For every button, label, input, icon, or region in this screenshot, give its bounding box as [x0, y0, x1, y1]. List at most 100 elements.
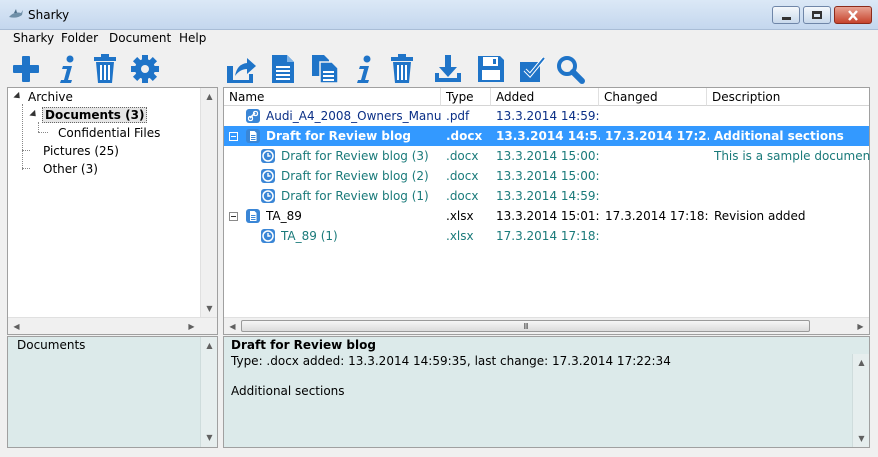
cell-changed: [605, 226, 709, 246]
cell-name: TA_89: [266, 209, 302, 223]
clock-icon: [260, 148, 276, 164]
column-header-added[interactable]: Added: [491, 88, 599, 106]
tree-item-pictures[interactable]: Pictures (25): [41, 142, 121, 159]
menu-help[interactable]: Help: [179, 31, 206, 45]
copy-document-button[interactable]: [308, 52, 342, 86]
tree-item-label: Documents (3): [42, 106, 148, 123]
collapse-icon[interactable]: [229, 132, 238, 141]
list-horizontal-scrollbar[interactable]: ◀ III ▶: [224, 317, 869, 334]
table-row[interactable]: Draft for Review blog (1) .docx 13.3.2014 …: [224, 186, 869, 206]
expand-triangle-icon[interactable]: [13, 91, 23, 102]
window-title: Sharky: [28, 8, 70, 22]
expand-triangle-icon[interactable]: [29, 109, 39, 120]
scroll-thumb[interactable]: III: [241, 320, 810, 332]
download-button[interactable]: [431, 52, 465, 86]
cell-added: 13.3.2014 15:00:14: [496, 169, 600, 183]
cell-name: Draft for Review blog (3): [281, 149, 429, 163]
delete-document-button[interactable]: [385, 52, 419, 86]
cell-changed: [605, 186, 709, 206]
cell-type: .docx: [446, 129, 483, 143]
cell-changed: [605, 106, 709, 126]
cell-description: This is a sample document fo: [714, 149, 870, 163]
tree-item-label: Confidential Files: [58, 125, 161, 140]
detail-description: Additional sections: [231, 384, 345, 398]
tree-item-other[interactable]: Other (3): [41, 160, 100, 177]
tree-item-confidential-files[interactable]: Confidential Files: [56, 124, 162, 141]
table-row[interactable]: Draft for Review blog (2) .docx 13.3.2014 …: [224, 166, 869, 186]
minimize-icon: [781, 16, 791, 20]
folder-info-title: Documents: [17, 338, 86, 352]
cell-added: 17.3.2014 17:18:28: [496, 229, 600, 243]
add-icon: [13, 56, 39, 82]
menu-folder[interactable]: Folder: [61, 31, 98, 45]
cell-description: Additional sections: [714, 129, 844, 143]
tree-item-label: Other (3): [43, 161, 98, 176]
clock-icon: [260, 168, 276, 184]
scroll-right-arrow-icon[interactable]: ▶: [183, 318, 200, 335]
search-button[interactable]: [553, 52, 587, 86]
table-row[interactable]: Draft for Review blog (3) .docx 13.3.2014 …: [224, 146, 870, 166]
tree-horizontal-scrollbar[interactable]: ◀ ▶: [8, 317, 217, 334]
document-detail-panel: Draft for Review blog Type: .docx added:…: [223, 336, 870, 448]
title-bar: Sharky: [0, 0, 878, 30]
scroll-down-arrow-icon[interactable]: ▼: [201, 429, 218, 446]
maximize-button[interactable]: [803, 6, 831, 24]
table-row[interactable]: TA_89 (1) .xlsx 17.3.2014 17:18:28: [224, 226, 869, 246]
cell-description: [714, 106, 870, 126]
clock-icon: [260, 228, 276, 244]
folder-tree[interactable]: Archive Documents (3) Confidential Files…: [7, 87, 218, 335]
close-icon: [848, 9, 858, 21]
detail-scrollbar[interactable]: ▲ ▼: [852, 354, 869, 447]
table-row[interactable]: TA_89 .xlsx 13.3.2014 15:01:35 17.3.2014 17…: [224, 206, 869, 226]
scroll-left-arrow-icon[interactable]: ◀: [224, 318, 241, 335]
cell-name: Draft for Review blog (2): [281, 169, 429, 183]
checkmark-icon: [520, 56, 546, 82]
column-header-type[interactable]: Type: [441, 88, 491, 106]
document-info-button[interactable]: [347, 52, 381, 86]
table-row[interactable]: Draft for Review blog .docx 13.3.2014 14:5…: [224, 126, 869, 146]
new-document-button[interactable]: [266, 52, 300, 86]
cell-name: TA_89 (1): [281, 229, 338, 243]
settings-button[interactable]: [128, 52, 162, 86]
collapse-icon[interactable]: [229, 212, 238, 221]
save-button[interactable]: [474, 52, 508, 86]
tree-item-documents[interactable]: Documents (3): [29, 106, 148, 123]
scroll-down-arrow-icon[interactable]: ▼: [853, 430, 870, 447]
tree-item-label: Archive: [28, 89, 73, 104]
cell-name: Draft for Review blog: [266, 129, 411, 143]
document-list[interactable]: Name Type Added Changed Description Audi…: [223, 87, 870, 335]
table-row[interactable]: Audi_A4_2008_Owners_Manual .pdf 13.3.2014 …: [224, 106, 869, 126]
approve-button[interactable]: [515, 52, 549, 86]
document-icon: [245, 208, 261, 224]
scroll-down-arrow-icon[interactable]: ▼: [201, 300, 218, 317]
delete-folder-button[interactable]: [88, 52, 122, 86]
scroll-up-arrow-icon[interactable]: ▲: [201, 88, 218, 105]
scroll-up-arrow-icon[interactable]: ▲: [201, 337, 218, 354]
scroll-left-arrow-icon[interactable]: ◀: [8, 318, 25, 335]
info-icon: [357, 55, 371, 83]
tree-vertical-scrollbar[interactable]: ▲ ▼: [200, 88, 217, 317]
scroll-up-arrow-icon[interactable]: ▲: [853, 354, 870, 371]
shark-app-icon: [9, 9, 23, 18]
info-button[interactable]: [50, 52, 84, 86]
menu-document[interactable]: Document: [109, 31, 171, 45]
scroll-grip: III: [523, 322, 528, 331]
copy-document-icon: [312, 55, 339, 84]
folder-info-scrollbar[interactable]: ▲ ▼: [200, 337, 217, 447]
add-button[interactable]: [9, 52, 43, 86]
cell-name: Audi_A4_2008_Owners_Manual: [266, 109, 442, 123]
detail-title: Draft for Review blog: [231, 338, 376, 352]
share-button[interactable]: [224, 52, 258, 86]
tree-item-archive[interactable]: Archive: [13, 88, 75, 105]
column-header-description[interactable]: Description: [707, 88, 869, 106]
cell-type: .xlsx: [446, 209, 474, 223]
close-button[interactable]: [834, 6, 872, 24]
menu-sharky[interactable]: Sharky: [13, 31, 54, 45]
cell-type: .xlsx: [446, 229, 474, 243]
column-header-changed[interactable]: Changed: [599, 88, 707, 106]
document-icon: [272, 55, 294, 83]
column-header-name[interactable]: Name: [224, 88, 441, 106]
cell-type: .docx: [446, 189, 479, 203]
scroll-right-arrow-icon[interactable]: ▶: [852, 318, 869, 335]
minimize-button[interactable]: [772, 6, 800, 24]
